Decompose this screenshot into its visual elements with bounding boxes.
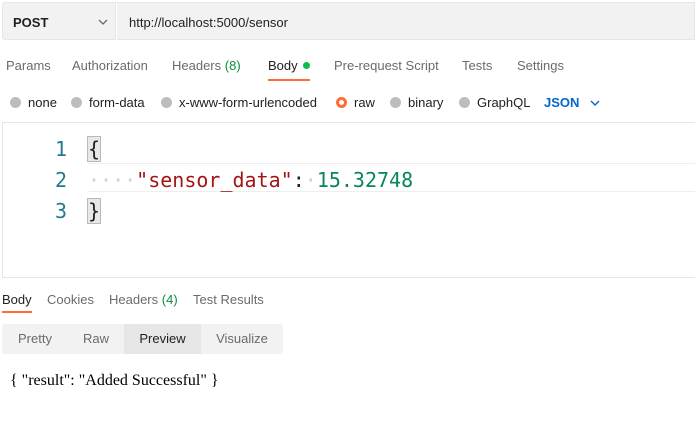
view-mode-preview[interactable]: Preview: [124, 324, 201, 354]
body-indicator-dot: [302, 62, 310, 69]
tab-label: Pre-request Script: [334, 58, 439, 73]
radio-icon: [161, 97, 172, 108]
option-label: x-www-form-urlencoded: [179, 95, 317, 110]
option-graphql[interactable]: GraphQL: [459, 95, 530, 110]
body-code-editor[interactable]: 1 2 3 { ····"sensor_data":·15.32748 }: [2, 122, 695, 278]
json-key: "sensor_data": [136, 168, 293, 192]
option-label: raw: [354, 95, 375, 110]
option-label: binary: [408, 95, 444, 110]
tab-label: Cookies: [47, 292, 94, 307]
method-label: POST: [13, 15, 49, 30]
response-tab-headers[interactable]: Headers (4): [109, 292, 178, 307]
tab-authorization[interactable]: Authorization: [72, 58, 148, 73]
option-binary[interactable]: binary: [390, 95, 443, 110]
radio-selected-icon: [336, 97, 347, 108]
tab-label: Body: [268, 58, 298, 73]
tab-params[interactable]: Params: [6, 58, 51, 73]
json-value: 15.32748: [316, 168, 414, 192]
radio-icon: [459, 97, 470, 108]
code-line-2: ····"sensor_data":·15.32748: [88, 168, 413, 192]
view-mode-visualize[interactable]: Visualize: [201, 324, 283, 354]
method-select[interactable]: POST: [2, 2, 116, 40]
url-text: http://localhost:5000/sensor: [129, 15, 288, 30]
tab-label: Headers: [172, 58, 222, 73]
line-number: 3: [54, 199, 67, 223]
json-colon: :: [292, 168, 305, 192]
request-url-bar: POST http://localhost:5000/sensor: [0, 0, 695, 42]
tab-body[interactable]: Body: [268, 58, 310, 73]
tab-label: Settings: [517, 58, 564, 73]
response-tab-body[interactable]: Body: [2, 292, 32, 307]
headers-count: (4): [161, 292, 178, 307]
whitespace-dots: ····: [88, 168, 137, 192]
response-view-modes: Pretty Raw Preview Visualize: [2, 324, 283, 354]
option-label: form-data: [89, 95, 145, 110]
tab-label: Authorization: [72, 58, 148, 73]
view-mode-raw[interactable]: Raw: [68, 324, 124, 354]
request-tabs: Params Authorization Headers (8) Body Pr…: [0, 52, 695, 82]
tab-label: Params: [6, 58, 51, 73]
tab-headers[interactable]: Headers (8): [172, 58, 241, 73]
tab-tests[interactable]: Tests: [462, 58, 492, 73]
option-x-www-form-urlencoded[interactable]: x-www-form-urlencoded: [161, 95, 317, 110]
code-line-1: {: [86, 136, 102, 162]
option-label: GraphQL: [477, 95, 531, 110]
active-tab-underline: [268, 79, 310, 81]
tab-label: Headers: [109, 292, 159, 307]
code-line-3: }: [86, 198, 102, 224]
option-form-data[interactable]: form-data: [71, 95, 145, 110]
headers-count: (8): [224, 58, 241, 73]
tab-settings[interactable]: Settings: [517, 58, 564, 73]
tab-label: Test Results: [193, 292, 264, 307]
view-mode-pretty[interactable]: Pretty: [2, 324, 68, 354]
radio-icon: [71, 97, 82, 108]
option-raw[interactable]: raw: [336, 95, 375, 110]
radio-icon: [10, 97, 21, 108]
tab-label: Body: [2, 292, 32, 307]
option-none[interactable]: none: [10, 95, 57, 110]
close-brace: }: [86, 198, 102, 224]
response-tabs: Body Cookies Headers (4) Test Results: [0, 288, 695, 316]
chevron-down-icon[interactable]: [589, 97, 601, 109]
line-number: 2: [54, 168, 67, 192]
url-input[interactable]: http://localhost:5000/sensor: [117, 2, 695, 40]
open-brace: {: [86, 136, 102, 162]
radio-icon: [390, 97, 401, 108]
tab-label: Tests: [462, 58, 493, 73]
response-preview: { "result": "Added Successful" }: [10, 372, 219, 389]
chevron-down-icon: [98, 19, 108, 25]
body-format-select[interactable]: JSON: [544, 95, 579, 110]
line-number: 1: [54, 137, 67, 161]
option-label: none: [28, 95, 57, 110]
active-tab-underline: [2, 311, 32, 313]
tab-pre-request-script[interactable]: Pre-request Script: [334, 58, 439, 73]
whitespace-dot: ·: [304, 168, 317, 192]
response-tab-cookies[interactable]: Cookies: [47, 292, 94, 307]
response-tab-test-results[interactable]: Test Results: [193, 292, 264, 307]
